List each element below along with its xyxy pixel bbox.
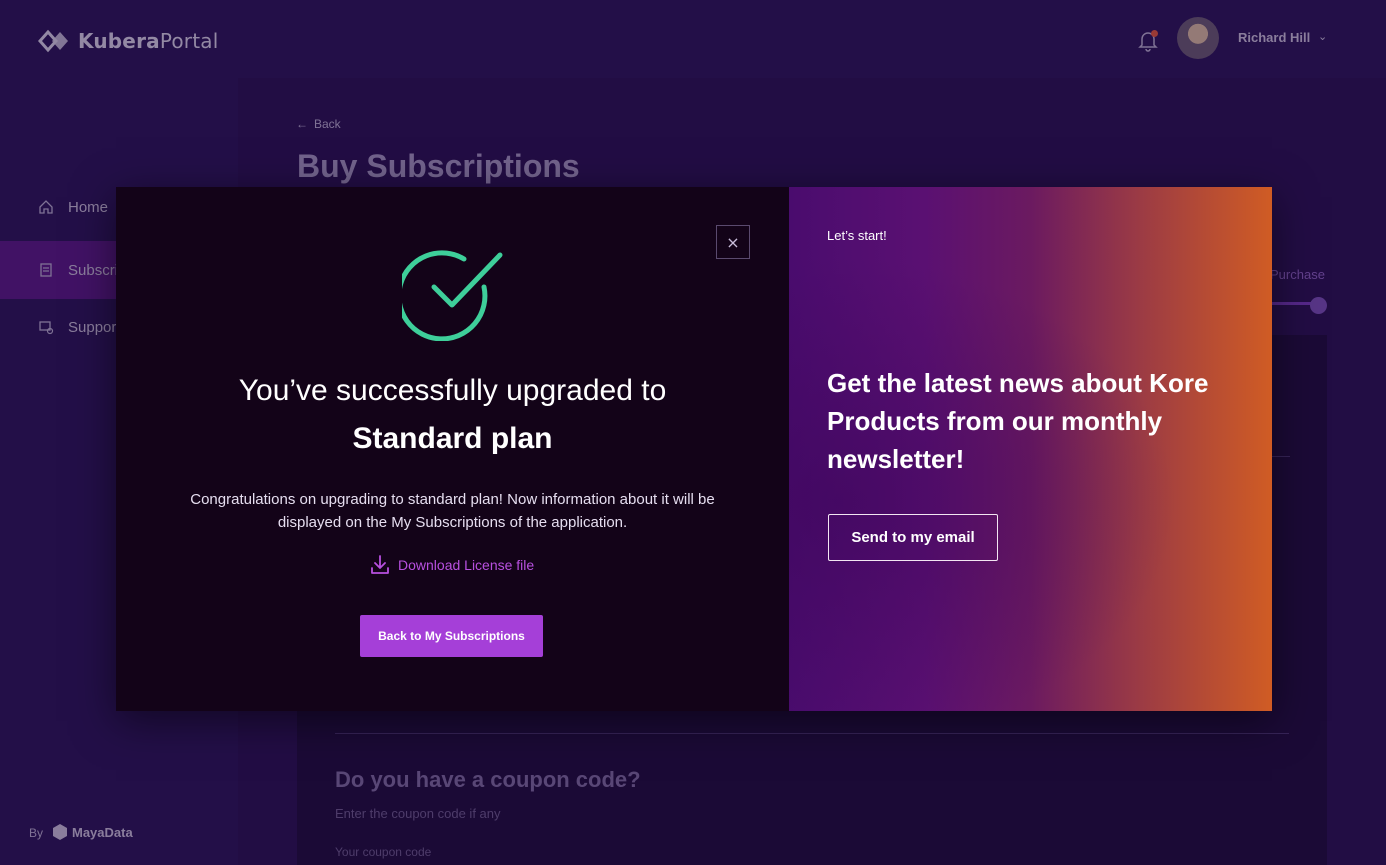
newsletter-promo-panel: Let’s start! Get the latest news about K… bbox=[789, 187, 1272, 711]
promo-headline: Get the latest news about Kore Products … bbox=[827, 368, 1209, 474]
close-button[interactable]: × bbox=[716, 225, 750, 259]
download-license-link[interactable]: Download License file bbox=[370, 554, 534, 576]
modal-left-panel: × You’ve successfully upgraded to Standa… bbox=[116, 187, 789, 711]
send-to-email-button[interactable]: Send to my email bbox=[828, 514, 998, 561]
download-license-label: Download License file bbox=[398, 557, 535, 573]
success-title-plan: Standard plan bbox=[352, 422, 553, 455]
back-to-subscriptions-button[interactable]: Back to My Subscriptions bbox=[360, 615, 543, 657]
success-body: Congratulations on upgrading to standard… bbox=[190, 491, 715, 531]
success-check-icon bbox=[402, 250, 503, 341]
promo-eyebrow: Let’s start! bbox=[827, 228, 887, 243]
upgrade-success-modal: × You’ve successfully upgraded to Standa… bbox=[116, 187, 1272, 711]
download-icon bbox=[371, 555, 389, 574]
success-title-line1: You’ve successfully upgraded to bbox=[238, 374, 667, 407]
success-title: You’ve successfully upgraded to Standard… bbox=[116, 367, 789, 463]
